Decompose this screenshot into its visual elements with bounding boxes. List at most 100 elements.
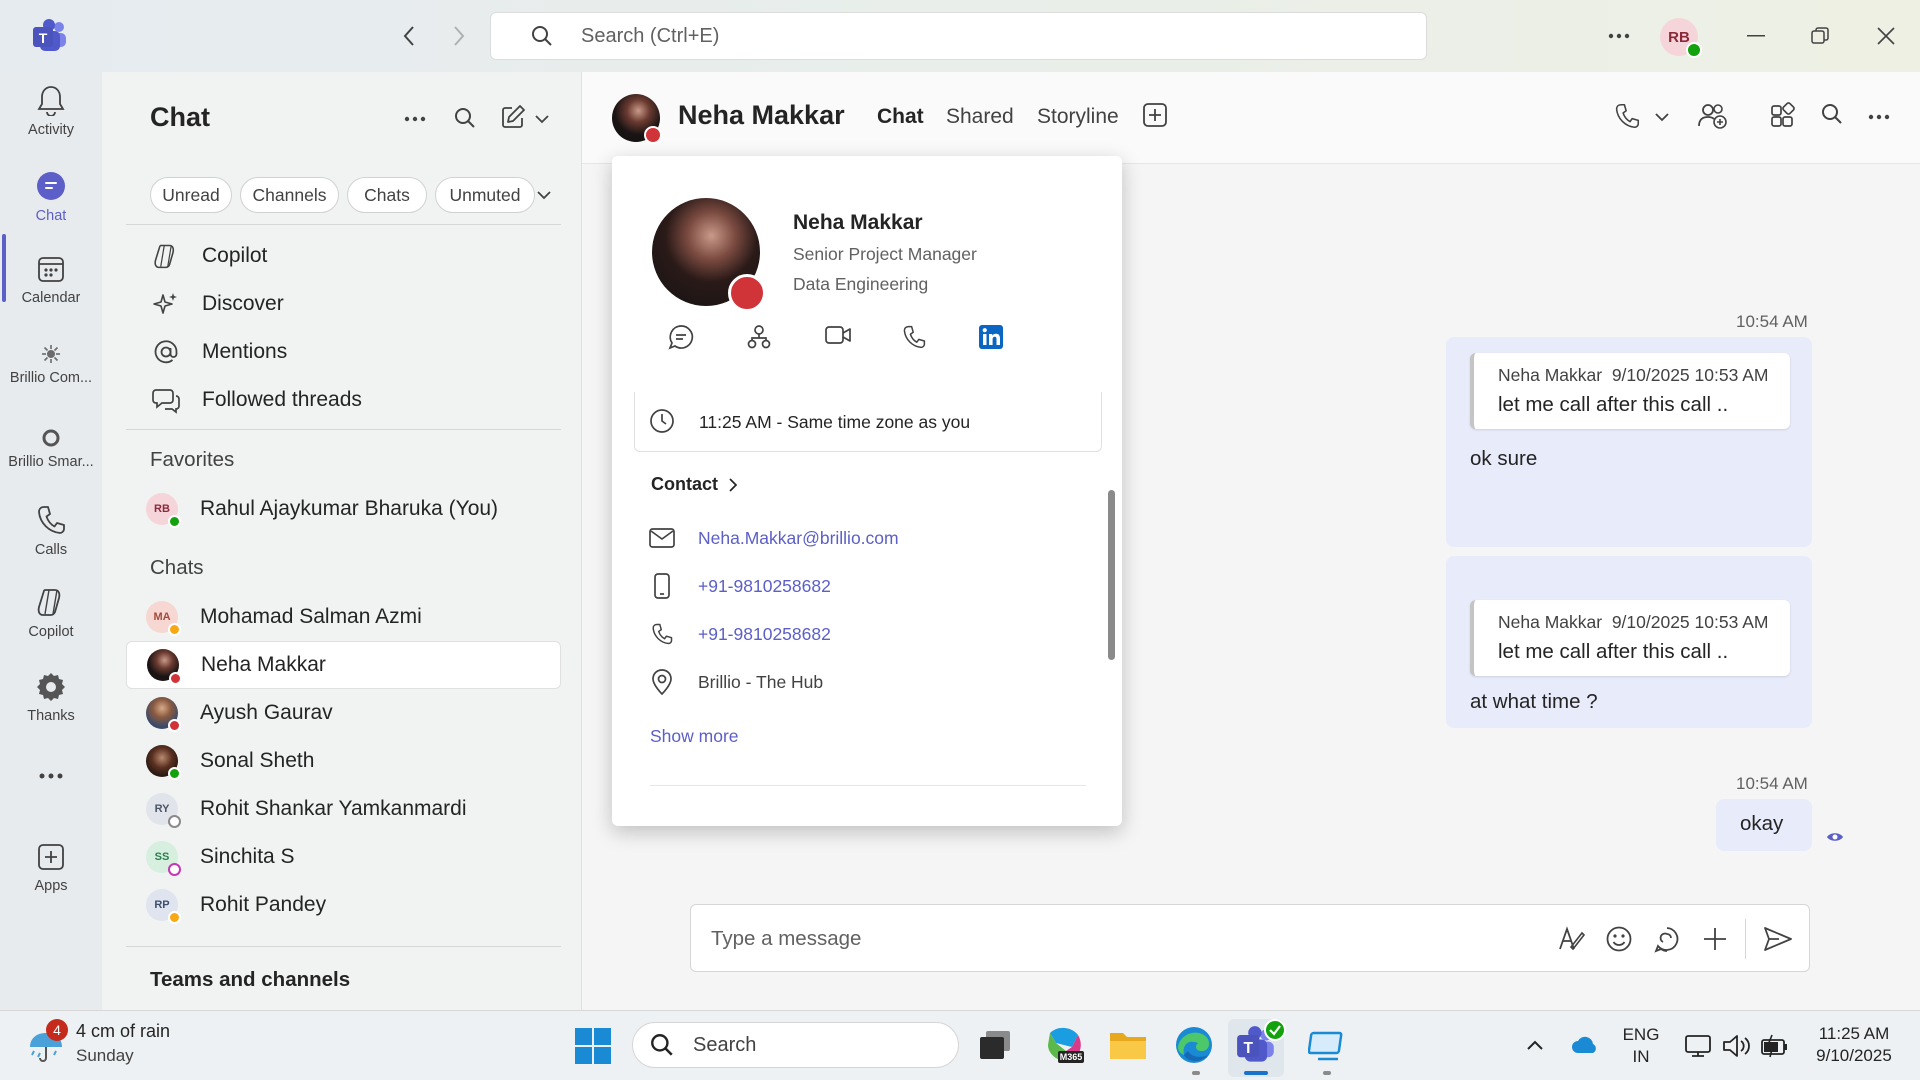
task-view-icon[interactable] — [978, 1029, 1012, 1061]
message-bubble[interactable]: Neha Makkar 9/10/2025 10:53 AM let me ca… — [1446, 337, 1812, 547]
mail-icon — [648, 528, 676, 548]
video-call-icon[interactable] — [824, 324, 852, 346]
close-icon[interactable] — [1872, 22, 1900, 50]
profile-name: Neha Makkar — [793, 211, 923, 234]
weather-title[interactable]: 4 cm of rain — [76, 1021, 170, 1042]
message-timestamp: 10:54 AM — [1736, 312, 1808, 331]
call-icon[interactable] — [1614, 102, 1640, 130]
quoted-reply[interactable]: Neha Makkar 9/10/2025 10:53 AM let me ca… — [1470, 353, 1790, 429]
org-chart-icon[interactable] — [746, 324, 772, 350]
chevron-down-icon[interactable] — [536, 190, 552, 200]
windows-start-icon[interactable] — [574, 1027, 612, 1065]
message-bubble[interactable]: Neha Makkar 9/10/2025 10:53 AM let me ca… — [1446, 556, 1812, 728]
contact-email[interactable]: Neha.Makkar@brillio.com — [698, 528, 899, 549]
nav-followed-threads[interactable]: Followed threads — [150, 380, 362, 420]
volume-icon[interactable] — [1722, 1033, 1752, 1059]
contact-name: Sinchita S — [200, 845, 295, 868]
teams-and-channels-heading[interactable]: Teams and channels — [150, 968, 350, 992]
contact-mobile-row[interactable]: +91-9810258682 — [648, 570, 831, 602]
filter-unread[interactable]: Unread — [150, 177, 232, 213]
quoted-reply[interactable]: Neha Makkar 9/10/2025 10:53 AM let me ca… — [1470, 600, 1790, 676]
battery-charging-icon[interactable] — [1760, 1033, 1790, 1059]
contact-mobile[interactable]: +91-9810258682 — [698, 576, 831, 597]
chevron-down-icon[interactable] — [1654, 112, 1670, 122]
rail-label: Activity — [28, 122, 74, 138]
chat-row-selected[interactable]: Neha Makkar — [126, 641, 561, 689]
rail-item-calls[interactable]: Calls — [0, 504, 102, 558]
chevron-down-icon[interactable] — [534, 114, 550, 124]
chat-row[interactable]: RY Rohit Shankar Yamkanmardi — [126, 785, 561, 833]
contact-email-row[interactable]: Neha.Makkar@brillio.com — [648, 522, 899, 554]
search-icon[interactable] — [1820, 102, 1844, 126]
show-more-link[interactable]: Show more — [650, 726, 739, 747]
rail-item-more[interactable] — [0, 772, 102, 780]
more-options-icon[interactable] — [404, 116, 426, 122]
chat-action-icon[interactable] — [668, 324, 694, 350]
attach-plus-icon[interactable] — [1701, 925, 1729, 953]
add-people-icon[interactable] — [1698, 102, 1728, 130]
message-bubble[interactable]: okay — [1716, 799, 1812, 851]
onedrive-cloud-icon[interactable] — [1570, 1035, 1600, 1055]
file-explorer-icon[interactable] — [1108, 1027, 1148, 1063]
more-options-icon[interactable] — [1604, 24, 1634, 48]
rail-item-thanks[interactable]: Thanks — [0, 672, 102, 724]
rail-item-chat[interactable]: Chat — [0, 170, 102, 224]
rail-item-calendar[interactable]: Calendar — [0, 254, 102, 306]
tab-storyline[interactable]: Storyline — [1037, 105, 1119, 129]
nav-discover[interactable]: Discover — [150, 284, 284, 324]
chat-row[interactable]: Ayush Gaurav — [126, 689, 561, 737]
chat-row[interactable]: Sonal Sheth — [126, 737, 561, 785]
add-tab-icon[interactable] — [1142, 102, 1168, 128]
tab-chat[interactable]: Chat — [877, 105, 924, 129]
contact-section-heading[interactable]: Contact — [651, 474, 738, 495]
minimize-icon[interactable] — [1742, 26, 1770, 46]
favorite-row[interactable]: RB Rahul Ajaykumar Bharuka (You) — [126, 485, 561, 533]
linkedin-icon[interactable] — [978, 324, 1004, 350]
rail-item-activity[interactable]: Activity — [0, 84, 102, 138]
weather-subtitle: Sunday — [76, 1046, 134, 1065]
restore-icon[interactable] — [1806, 22, 1834, 50]
chat-list-pane: Chat Unread Channels Chats Unmuted Copil… — [102, 72, 582, 1010]
network-icon[interactable] — [1684, 1033, 1712, 1059]
more-options-icon[interactable] — [1868, 114, 1890, 120]
taskbar-search[interactable]: Search — [632, 1022, 959, 1068]
contact-phone-row[interactable]: +91-9810258682 — [648, 618, 831, 650]
presence-away-icon — [168, 623, 181, 636]
system-clock[interactable]: 11:25 AM 9/10/2025 — [1800, 1023, 1908, 1067]
contact-name[interactable]: Neha Makkar — [678, 100, 845, 131]
filter-chats[interactable]: Chats — [347, 177, 427, 213]
contact-phone[interactable]: +91-9810258682 — [698, 624, 831, 645]
apps-icon[interactable] — [1770, 102, 1796, 128]
language-indicator[interactable]: ENG IN — [1616, 1024, 1666, 1068]
message-composer[interactable]: Type a message — [690, 904, 1810, 972]
filter-channels[interactable]: Channels — [240, 177, 339, 213]
chats-heading[interactable]: Chats — [150, 556, 204, 580]
emoji-icon[interactable] — [1605, 925, 1633, 953]
back-arrow-icon[interactable] — [396, 22, 422, 50]
loop-component-icon[interactable] — [1653, 925, 1681, 953]
nav-copilot[interactable]: Copilot — [150, 236, 267, 276]
new-chat-icon[interactable] — [500, 104, 526, 130]
remote-desktop-icon[interactable] — [1308, 1029, 1346, 1063]
rail-item-apps[interactable]: Apps — [0, 842, 102, 894]
card-scrollbar[interactable] — [1108, 490, 1115, 660]
chat-row[interactable]: RP Rohit Pandey — [126, 881, 561, 929]
m365-app-icon[interactable]: M365 — [1044, 1025, 1084, 1065]
send-icon[interactable] — [1763, 925, 1793, 953]
forward-arrow-icon[interactable] — [446, 22, 472, 50]
nav-mentions[interactable]: Mentions — [150, 332, 287, 372]
rail-item-brillio-smart[interactable]: Brillio Smar... — [0, 428, 102, 470]
rail-item-copilot[interactable]: Copilot — [0, 586, 102, 640]
search-icon[interactable] — [453, 106, 477, 130]
tab-shared[interactable]: Shared — [946, 105, 1014, 129]
chat-row[interactable]: SS Sinchita S — [126, 833, 561, 881]
show-hidden-icons-icon[interactable] — [1526, 1039, 1544, 1051]
rail-item-brillio-com[interactable]: Brillio Com... — [0, 344, 102, 386]
favorites-heading[interactable]: Favorites — [150, 448, 234, 472]
phone-icon[interactable] — [902, 324, 926, 350]
filter-unmuted[interactable]: Unmuted — [435, 177, 535, 213]
format-icon[interactable] — [1557, 925, 1585, 953]
edge-browser-icon[interactable] — [1174, 1025, 1214, 1065]
search-input[interactable]: Search (Ctrl+E) — [490, 12, 1427, 60]
chat-row[interactable]: MA Mohamad Salman Azmi — [126, 593, 561, 641]
